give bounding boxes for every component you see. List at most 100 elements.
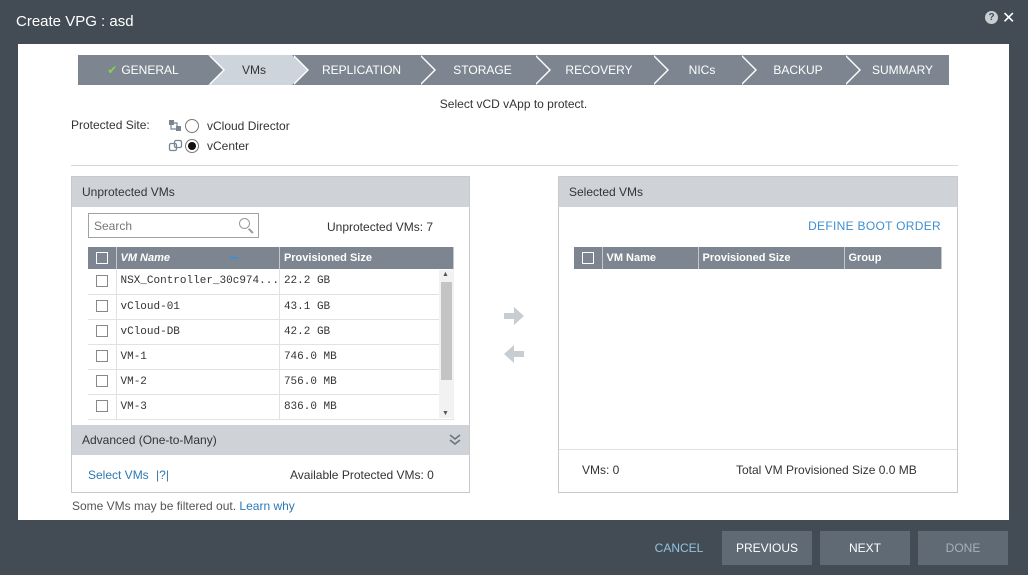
column-label: VM Name: [606, 252, 657, 264]
divider: [559, 449, 957, 450]
vm-size-cell: 836.0 MB: [279, 394, 455, 420]
dialog-content: ✔ GENERAL VMs REPLICATION STORAGE RECOVER…: [18, 44, 1009, 520]
close-icon[interactable]: ✕: [1002, 8, 1015, 28]
footer-bar: CANCEL PREVIOUS NEXT DONE: [0, 520, 1028, 575]
row-checkbox[interactable]: [95, 300, 108, 313]
double-chevron-down-icon[interactable]: [449, 425, 461, 457]
title-bar: Create VPG : asd ? ✕: [0, 0, 1028, 44]
unprotected-count: Unprotected VMs: 7: [327, 220, 434, 234]
step-label: VMs: [242, 63, 266, 77]
arrow-left-icon: [504, 345, 524, 363]
vcloud-director-radio[interactable]: [185, 119, 199, 133]
vm-size-cell: 756.0 MB: [279, 369, 455, 395]
scroll-up-icon[interactable]: ▲: [442, 271, 449, 278]
filter-note: Some VMs may be filtered out. Learn why: [72, 499, 295, 513]
panel-title: Selected VMs: [559, 177, 957, 207]
unprotected-vms-panel: Unprotected VMs Unprotected VMs: 7 VM Na…: [71, 176, 470, 493]
done-button[interactable]: DONE: [918, 531, 1008, 565]
vm-name-cell: vCloud-01: [116, 294, 280, 320]
column-label: Group: [848, 252, 882, 264]
row-checkbox[interactable]: [95, 400, 108, 413]
step-label: SUMMARY: [871, 63, 934, 77]
vm-name-cell: NSX_Controller_30c974...: [116, 269, 280, 295]
step-recovery[interactable]: RECOVERY: [534, 55, 669, 85]
selected-vms-panel: Selected VMs DEFINE BOOT ORDER VM Name P…: [558, 176, 958, 493]
vm-size-cell: 42.2 GB: [279, 319, 455, 345]
table-row[interactable]: vCloud-01 43.1 GB: [88, 294, 455, 320]
help-icon[interactable]: ?: [985, 11, 998, 24]
step-label: RECOVERY: [565, 63, 633, 77]
scrollbar-thumb[interactable]: [441, 282, 452, 380]
learn-why-link[interactable]: Learn why: [239, 499, 294, 513]
column-provisioned-size[interactable]: Provisioned Size: [698, 247, 845, 269]
define-boot-order-link[interactable]: DEFINE BOOT ORDER: [808, 219, 941, 233]
vcenter-radio[interactable]: [185, 139, 199, 153]
step-label: GENERAL: [121, 63, 179, 77]
select-all-checkbox[interactable]: [95, 252, 108, 265]
vcloud-director-icon: [168, 119, 183, 133]
row-checkbox[interactable]: [95, 274, 108, 287]
header-checkbox-cell: [574, 247, 603, 269]
vm-size-cell: 43.1 GB: [279, 294, 455, 320]
vm-name-cell: VM-1: [116, 344, 280, 370]
instruction-text: Select vCD vApp to protect.: [439, 97, 588, 111]
selected-vms-count: VMs: 0: [582, 463, 620, 477]
search-input[interactable]: [89, 214, 229, 237]
table-header-row: VM Name Provisioned Size Group: [574, 247, 942, 269]
arrow-right-icon: [504, 307, 524, 325]
cancel-button[interactable]: CANCEL: [640, 531, 718, 565]
table-row[interactable]: vCloud-DB 42.2 GB: [88, 319, 455, 345]
site-option-vcloud[interactable]: vCloud Director: [168, 119, 290, 133]
vm-name-cell: vCloud-DB: [116, 319, 280, 345]
table-row[interactable]: VM-1 746.0 MB: [88, 344, 455, 370]
next-button[interactable]: NEXT: [820, 531, 910, 565]
help-link[interactable]: |?|: [156, 468, 169, 482]
table-row[interactable]: VM-3 836.0 MB: [88, 394, 455, 420]
search-icon[interactable]: [239, 218, 250, 229]
vm-size-cell: 22.2 GB: [279, 269, 455, 295]
total-provisioned-size: Total VM Provisioned Size 0.0 MB: [736, 463, 917, 477]
filter-note-text: Some VMs may be filtered out.: [72, 499, 237, 513]
step-label: REPLICATION: [321, 63, 402, 77]
table-row[interactable]: VM-2 756.0 MB: [88, 369, 455, 395]
protected-site-label: Protected Site:: [71, 118, 150, 132]
wizard-steps: ✔ GENERAL VMs REPLICATION STORAGE RECOVER…: [78, 55, 949, 85]
table-scrollbar[interactable]: ▲ ▼: [439, 270, 454, 418]
column-label: VM Name: [120, 252, 171, 264]
previous-button[interactable]: PREVIOUS: [722, 531, 812, 565]
vm-name-cell: VM-2: [116, 369, 280, 395]
step-storage[interactable]: STORAGE: [419, 55, 551, 85]
column-provisioned-size[interactable]: Provisioned Size: [279, 247, 455, 269]
unprotected-vms-table: VM Name Provisioned Size NSX_Controller_…: [88, 247, 455, 420]
vm-size-cell: 746.0 MB: [279, 344, 455, 370]
column-vm-name[interactable]: VM Name: [116, 247, 280, 269]
move-right-button[interactable]: [502, 304, 526, 328]
select-vms-area: Select VMs |?|: [88, 468, 169, 482]
move-left-button[interactable]: [502, 342, 526, 366]
table-row[interactable]: NSX_Controller_30c974... 22.2 GB: [88, 269, 455, 295]
search-box: [88, 213, 259, 238]
select-vms-link[interactable]: Select VMs: [88, 468, 149, 482]
step-replication[interactable]: REPLICATION: [292, 55, 436, 85]
window-title: Create VPG : asd: [16, 13, 134, 30]
vm-name-cell: VM-3: [116, 394, 280, 420]
site-option-vcenter[interactable]: vCenter: [168, 139, 249, 153]
row-checkbox[interactable]: [95, 350, 108, 363]
select-all-checkbox[interactable]: [581, 252, 594, 265]
site-option-label: vCloud Director: [207, 119, 290, 133]
panel-title: Unprotected VMs: [72, 177, 469, 207]
site-option-label: vCenter: [207, 139, 250, 153]
scroll-down-icon[interactable]: ▼: [442, 410, 449, 417]
table-header-row: VM Name Provisioned Size: [88, 247, 455, 269]
header-checkbox-cell: [88, 247, 117, 269]
column-label: Provisioned Size: [702, 252, 791, 264]
row-checkbox[interactable]: [95, 375, 108, 388]
step-general[interactable]: ✔ GENERAL: [78, 55, 225, 85]
selected-vms-table: VM Name Provisioned Size Group: [574, 247, 942, 269]
step-label: BACKUP: [773, 63, 823, 77]
row-checkbox[interactable]: [95, 325, 108, 338]
column-vm-name[interactable]: VM Name: [602, 247, 699, 269]
column-group[interactable]: Group: [844, 247, 942, 269]
advanced-label: Advanced (One-to-Many): [82, 433, 217, 447]
advanced-one-to-many-bar[interactable]: Advanced (One-to-Many): [72, 425, 469, 455]
